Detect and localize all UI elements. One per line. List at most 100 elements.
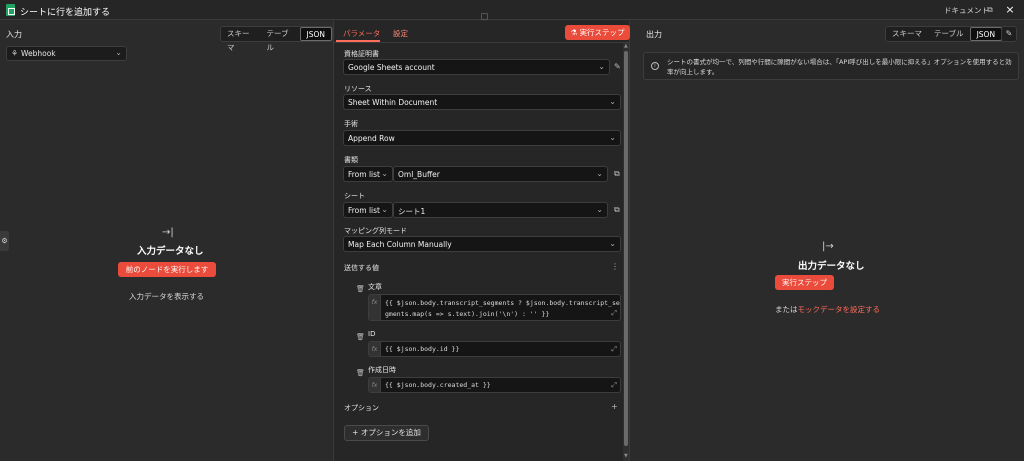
output-execute-step-button[interactable]: 実行ステップ	[775, 275, 834, 290]
operation-select[interactable]: Append Row ⌄	[343, 130, 621, 146]
show-input-data-link[interactable]: 入力データを表示する	[129, 291, 204, 302]
sheet-mode-select[interactable]: From list ⌄	[343, 202, 393, 218]
output-view-toggle: スキーマ テーブル JSON	[885, 26, 1004, 42]
sheet-mode-value: From list	[348, 206, 380, 215]
open-sheet-icon[interactable]: ⧉	[614, 205, 620, 215]
output-panel: 出力 スキーマ テーブル JSON ✎ i シートの書式が均一で、列間や行間に隙…	[640, 21, 1024, 461]
chevron-down-icon: ⌄	[115, 48, 122, 57]
input-panel-title: 入力	[6, 30, 22, 39]
mapping-mode-select[interactable]: Map Each Column Manually ⌄	[343, 236, 621, 252]
delete-column-icon[interactable]: 🗑	[356, 369, 365, 377]
input-empty-title: 入力データなし	[137, 246, 204, 257]
operation-value: Append Row	[348, 134, 395, 143]
add-option-label: オプションを追加	[360, 428, 421, 437]
input-view-table[interactable]: テーブル	[260, 27, 299, 52]
options-label: オプション	[344, 404, 379, 412]
run-previous-nodes-button[interactable]: 前のノードを実行します	[118, 262, 216, 277]
open-document-icon[interactable]: ⧉	[614, 169, 620, 179]
execute-step-label: 実行ステップ	[579, 28, 625, 37]
scrollbar-thumb[interactable]	[624, 51, 628, 446]
input-view-schema[interactable]: スキーマ	[221, 27, 260, 52]
chevron-down-icon: ⌄	[609, 239, 616, 248]
execute-step-button[interactable]: ⚗ 実行ステップ	[565, 25, 630, 40]
google-sheets-icon	[6, 4, 15, 16]
drag-handle-icon[interactable]	[481, 13, 488, 20]
document-mode-value: From list	[348, 170, 380, 179]
document-select[interactable]: Oml_Buffer ⌄	[393, 166, 608, 182]
output-view-table[interactable]: テーブル	[928, 27, 970, 41]
resource-select[interactable]: Sheet Within Document ⌄	[343, 94, 621, 110]
scroll-up-icon[interactable]: ▲	[624, 43, 628, 49]
created-expression-field[interactable]: fx {{ $json.body.created_at }} ⤢	[368, 377, 621, 393]
id-expression: {{ $json.body.id }}	[385, 345, 460, 353]
plus-icon: +	[352, 428, 361, 437]
credential-select[interactable]: Google Sheets account ⌄	[343, 59, 610, 75]
id-expression-field[interactable]: fx {{ $json.body.id }} ⤢	[368, 341, 621, 357]
fx-icon: fx	[369, 342, 381, 356]
credential-label: 資格証明書	[344, 50, 379, 58]
external-link-icon[interactable]: ⧉	[987, 5, 993, 15]
edit-credential-icon[interactable]: ✎	[614, 62, 621, 71]
delete-column-icon[interactable]: 🗑	[356, 333, 365, 341]
info-icon: i	[651, 62, 659, 70]
sheet-label: シート	[344, 192, 365, 200]
webhook-icon: ⚘	[11, 49, 19, 58]
input-node-name: Webhook	[21, 49, 56, 58]
mapping-mode-value: Map Each Column Manually	[348, 240, 452, 249]
chevron-down-icon: ⌄	[596, 169, 603, 178]
credential-value: Google Sheets account	[348, 63, 435, 72]
input-panel: 入力 スキーマ テーブル JSON ⚘ Webhook ⌄ ⚙ →| 入力データ…	[0, 21, 333, 461]
parameters-panel: パラメータ 設定 ⚗ 実行ステップ 資格証明書 Google Sheets ac…	[333, 21, 630, 461]
plus-icon[interactable]: +	[611, 402, 618, 411]
text-expression-field[interactable]: fx {{ $json.body.transcript_segments ? $…	[368, 294, 621, 321]
window-title: シートに行を追加する	[20, 8, 111, 18]
mock-prefix: または	[775, 305, 798, 314]
chevron-down-icon: ⌄	[596, 205, 603, 214]
fx-icon: fx	[369, 378, 381, 392]
chevron-down-icon: ⌄	[598, 62, 605, 71]
node-settings-side-tab[interactable]: ⚙	[0, 231, 9, 251]
chevron-down-icon: ⌄	[381, 205, 388, 214]
title-bar: シートに行を追加する ドキュメント ⧉ ×	[0, 0, 1024, 20]
text-expression-line2: gments.map(s => s.text).join('\n') : '' …	[385, 310, 550, 318]
edit-output-button[interactable]: ✎	[1001, 26, 1017, 42]
info-notice-text: シートの書式が均一で、列間や行間に隙間がない場合は、「API呼び出しを最小限に抑…	[667, 58, 1012, 76]
sheet-select[interactable]: シート1 ⌄	[393, 202, 608, 218]
output-view-schema[interactable]: スキーマ	[886, 27, 928, 41]
close-button[interactable]: ×	[1003, 3, 1017, 17]
output-panel-title: 出力	[646, 30, 662, 39]
text-expression-line1: {{ $json.body.transcript_segments ? $jso…	[385, 299, 620, 307]
mapping-mode-label: マッピング列モード	[344, 227, 407, 235]
add-option-button[interactable]: + オプションを追加	[344, 425, 429, 441]
chevron-down-icon: ⌄	[381, 169, 388, 178]
document-mode-select[interactable]: From list ⌄	[343, 166, 393, 182]
column-name-text: 文章	[368, 283, 382, 291]
flask-icon: ⚗	[570, 28, 580, 37]
arrow-to-right-icon: →|	[162, 227, 174, 238]
input-view-toggle: スキーマ テーブル JSON	[220, 26, 333, 52]
mock-data-line: またはモックデータを設定する	[775, 304, 880, 315]
expand-expression-icon[interactable]: ⤢	[611, 309, 617, 318]
output-view-json[interactable]: JSON	[969, 27, 1003, 41]
resource-label: リソース	[344, 85, 372, 93]
values-to-send-label: 送信する値	[344, 264, 379, 272]
delete-column-icon[interactable]: 🗑	[356, 285, 365, 293]
set-mock-data-link[interactable]: モックデータを設定する	[798, 305, 881, 314]
sheet-value: シート1	[398, 207, 426, 216]
created-expression: {{ $json.body.created_at }}	[385, 381, 491, 389]
input-node-select[interactable]: ⚘ Webhook ⌄	[6, 46, 127, 61]
docs-link[interactable]: ドキュメント	[944, 5, 989, 16]
output-empty-title: 出力データなし	[798, 261, 865, 272]
expand-expression-icon[interactable]: ⤢	[611, 345, 617, 354]
chevron-down-icon: ⌄	[609, 97, 616, 106]
info-notice: i シートの書式が均一で、列間や行間に隙間がない場合は、「API呼び出しを最小限…	[643, 52, 1019, 80]
input-view-json[interactable]: JSON	[299, 27, 332, 41]
column-name-id: ID	[368, 330, 376, 338]
tab-parameters[interactable]: パラメータ	[343, 28, 380, 39]
operation-label: 手術	[344, 120, 358, 128]
resource-value: Sheet Within Document	[348, 98, 438, 107]
more-options-icon[interactable]: ⋮	[611, 262, 619, 271]
scroll-down-icon[interactable]: ▼	[624, 453, 628, 459]
expand-expression-icon[interactable]: ⤢	[611, 381, 617, 390]
tab-settings[interactable]: 設定	[393, 28, 408, 39]
